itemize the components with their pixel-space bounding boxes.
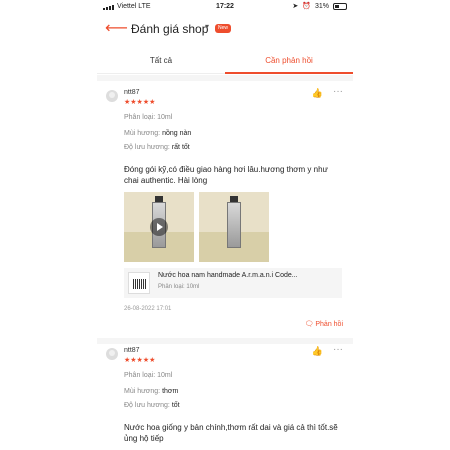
reply-label: Phản hồi — [315, 321, 343, 328]
scent-label: Mùi hương: — [124, 388, 161, 395]
product-thumbnail — [128, 272, 150, 294]
longevity-row: Độ lưu hương: tốt — [124, 402, 180, 409]
avatar — [106, 348, 118, 360]
longevity-label: Độ lưu hương: — [124, 402, 170, 409]
phone-screen: Viettel LTE 17:22 ➤ ⏰ 31% ⟵ Đánh giá sho… — [97, 0, 353, 450]
reviewer-name: ntt87 — [124, 347, 140, 354]
scent-row: Mùi hương: nồng nàn — [124, 130, 191, 137]
review-card: ntt87 ★★★★★ 👍 ··· Phân loại: 10ml Mùi hư… — [97, 344, 353, 450]
scent-row: Mùi hương: thơm — [124, 388, 178, 395]
reviewer-name: ntt87 — [124, 89, 140, 96]
longevity-row: Độ lưu hương: rất tốt — [124, 144, 190, 151]
reply-icon: 🗨 — [304, 321, 314, 328]
page-title: Đánh giá shop — [131, 22, 209, 36]
location-icon: ➤ — [292, 3, 299, 10]
scent-value: thơm — [162, 388, 179, 395]
battery-percent: 31% — [314, 2, 329, 10]
review-text: Đóng gói kỹ,có điều giao hàng hơi lâu.hư… — [124, 165, 328, 185]
new-badge: New — [215, 24, 232, 33]
thumbs-up-icon[interactable]: 👍 — [312, 88, 323, 99]
star-rating: ★★★★★ — [124, 357, 156, 364]
play-icon[interactable] — [150, 218, 168, 236]
battery-icon — [333, 2, 347, 10]
star-rating: ★★★★★ — [124, 99, 156, 106]
tab-need-reply[interactable]: Cần phản hồi — [225, 50, 353, 74]
avatar — [106, 90, 118, 102]
product-card[interactable]: Nước hoa nam handmade A.r.m.a.n.i Code..… — [124, 268, 342, 298]
more-options-icon[interactable]: ··· — [333, 344, 343, 355]
longevity-value: rất tốt — [171, 144, 190, 151]
thumbs-up-icon[interactable]: 👍 — [312, 346, 323, 357]
variant-label: Phân loại: 10ml — [124, 114, 173, 121]
scent-value: nồng nàn — [162, 130, 192, 137]
alarm-icon: ⏰ — [302, 3, 311, 10]
product-name: Nước hoa nam handmade A.r.m.a.n.i Code..… — [158, 272, 298, 279]
review-text: Nước hoa giống y bản chính,thơm rất dai … — [124, 423, 338, 443]
reply-button[interactable]: 🗨 Phản hồi — [305, 320, 343, 328]
tab-bar: Tất cả Cần phản hồi — [97, 50, 353, 74]
variant-label: Phân loại: 10ml — [124, 372, 173, 379]
product-variant: Phân loại: 10ml — [158, 284, 200, 290]
longevity-label: Độ lưu hương: — [124, 144, 170, 151]
longevity-value: tốt — [171, 402, 180, 409]
divider — [97, 75, 353, 81]
status-bar: Viettel LTE 17:22 ➤ ⏰ 31% — [97, 0, 353, 16]
more-options-icon[interactable]: ··· — [333, 86, 343, 97]
chevron-down-icon[interactable]: ▾ — [205, 22, 209, 31]
page-header: ⟵ Đánh giá shop ▾ New — [97, 18, 353, 42]
battery-fill — [335, 4, 339, 8]
review-date: 26-08-2022 17:01 — [124, 306, 172, 312]
review-video[interactable] — [124, 192, 194, 262]
review-card: ntt87 ★★★★★ 👍 ··· Phân loại: 10ml Mùi hư… — [97, 86, 353, 336]
scent-label: Mùi hương: — [124, 130, 161, 137]
back-arrow-icon[interactable]: ⟵ — [105, 20, 128, 38]
status-right: ➤ ⏰ 31% — [292, 2, 347, 10]
tab-all[interactable]: Tất cả — [97, 50, 225, 74]
review-photo[interactable] — [199, 192, 269, 262]
